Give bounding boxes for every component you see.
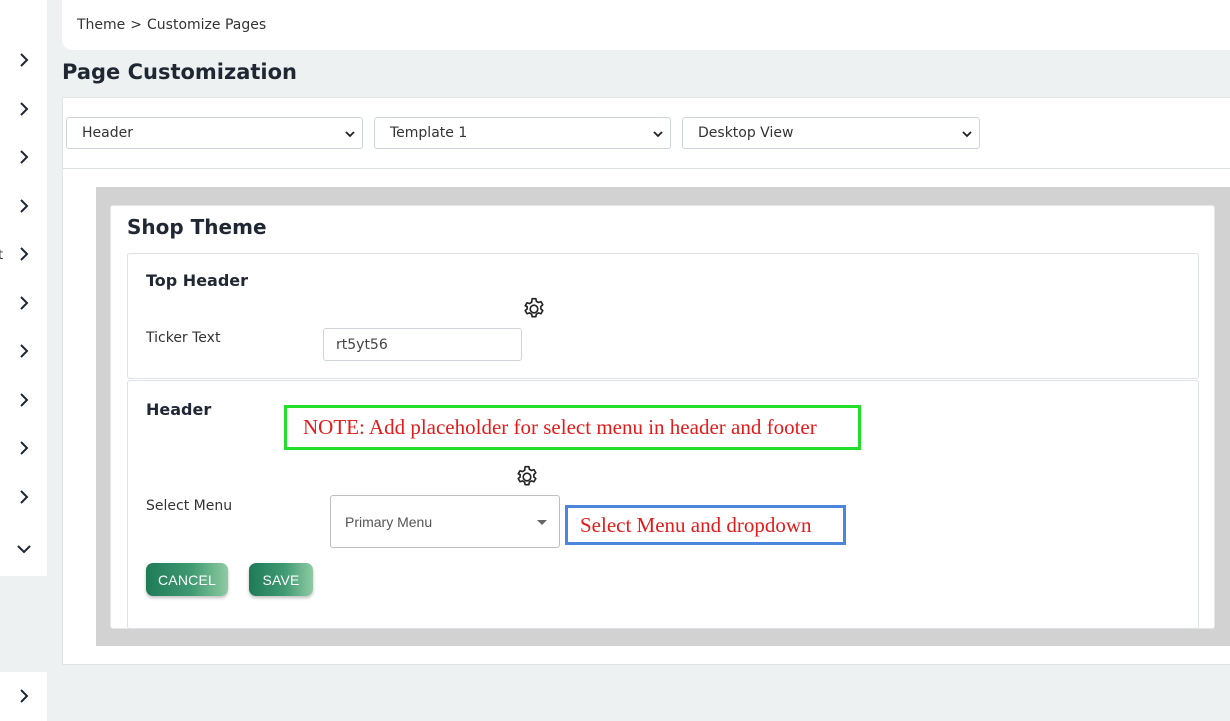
- ticker-text-input[interactable]: rt5yt56: [323, 328, 522, 361]
- top-header-title: Top Header: [146, 271, 249, 290]
- placeholder-note-annotation: NOTE: Add placeholder for select menu in…: [284, 405, 861, 450]
- chevron-right-icon[interactable]: [16, 52, 32, 68]
- chevron-right-icon[interactable]: [16, 149, 32, 165]
- view-select[interactable]: Desktop View: [682, 117, 980, 149]
- chevron-right-icon[interactable]: [16, 440, 32, 456]
- chevron-right-icon[interactable]: [16, 489, 32, 505]
- select-menu-note-annotation: Select Menu and dropdown: [565, 505, 846, 545]
- chevron-right-icon[interactable]: [16, 101, 32, 117]
- template-select-value: Template 1: [390, 125, 468, 141]
- header-section-title: Header: [146, 400, 212, 419]
- breadcrumb: Theme > Customize Pages: [62, 0, 1230, 50]
- sidebar-active-submenu: [0, 576, 47, 672]
- chevron-down-icon[interactable]: [16, 541, 32, 557]
- customization-panel: Header Template 1 Desktop View Shop Them…: [62, 97, 1230, 665]
- page-title: Page Customization: [62, 60, 297, 84]
- sidebar-truncated-label: t: [0, 248, 4, 263]
- theme-title: Shop Theme: [127, 215, 267, 239]
- breadcrumb-separator: >: [130, 17, 143, 33]
- chevron-right-icon[interactable]: [16, 343, 32, 359]
- top-header-section: Top Header Ticker Text rt5yt56: [127, 253, 1199, 379]
- breadcrumb-current: Customize Pages: [147, 17, 267, 33]
- chevron-down-icon: [652, 128, 664, 140]
- template-select[interactable]: Template 1: [374, 117, 671, 149]
- dropdown-arrow-icon: [537, 520, 547, 525]
- view-select-value: Desktop View: [698, 125, 794, 141]
- section-select[interactable]: Header: [66, 117, 363, 149]
- chevron-down-icon: [961, 128, 973, 140]
- filter-bar: Header Template 1 Desktop View: [63, 98, 1230, 169]
- gear-icon[interactable]: [521, 296, 547, 322]
- select-menu-value: Primary Menu: [345, 513, 433, 530]
- cancel-button[interactable]: CANCEL: [146, 563, 228, 596]
- gear-icon[interactable]: [514, 464, 540, 490]
- chevron-right-icon[interactable]: [16, 688, 32, 704]
- ticker-text-value: rt5yt56: [336, 336, 388, 353]
- select-menu-label: Select Menu: [146, 498, 233, 514]
- chevron-down-icon: [344, 128, 356, 140]
- breadcrumb-parent-link[interactable]: Theme: [77, 17, 125, 33]
- chevron-right-icon[interactable]: [16, 246, 32, 262]
- sidebar: t: [0, 0, 47, 721]
- save-button[interactable]: SAVE: [249, 563, 313, 596]
- section-select-value: Header: [82, 125, 133, 141]
- chevron-right-icon[interactable]: [16, 392, 32, 408]
- chevron-right-icon[interactable]: [16, 295, 32, 311]
- chevron-right-icon[interactable]: [16, 198, 32, 214]
- select-menu-dropdown[interactable]: Primary Menu: [330, 495, 560, 548]
- ticker-text-label: Ticker Text: [146, 330, 221, 346]
